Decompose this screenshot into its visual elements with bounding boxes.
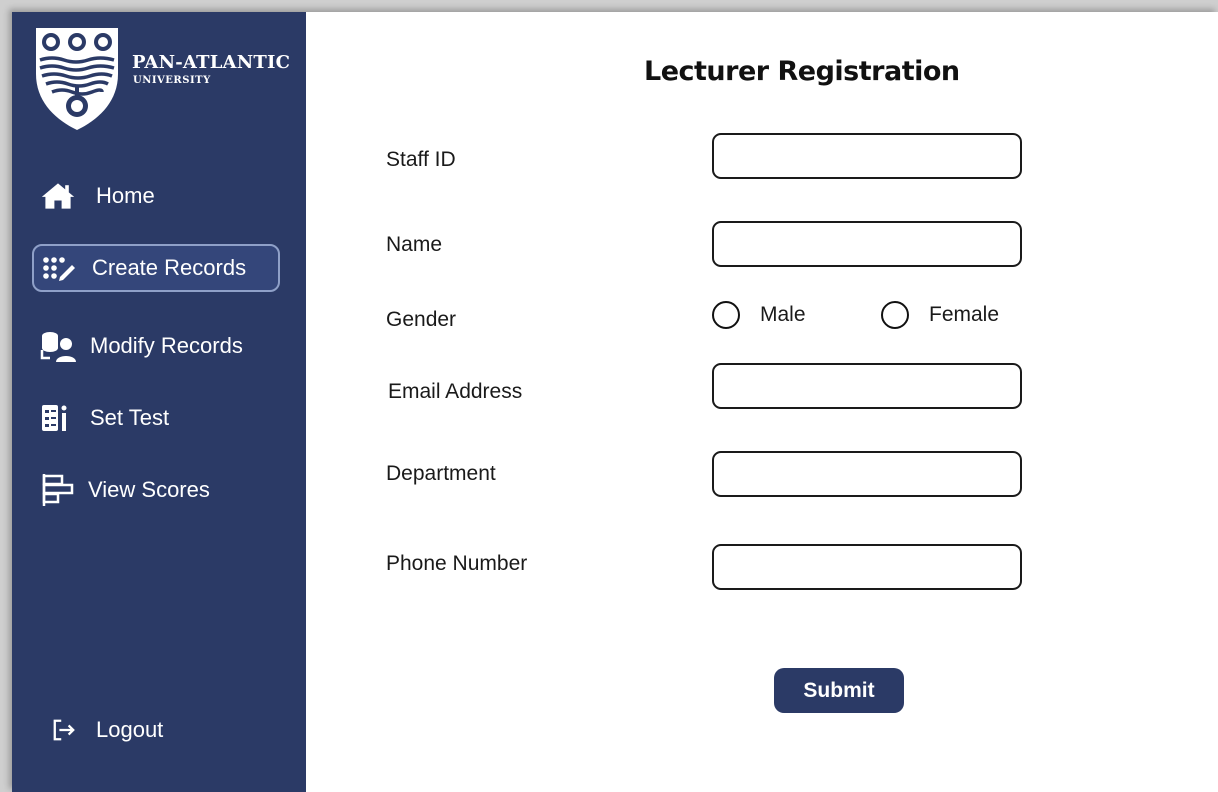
phone-input[interactable] (712, 544, 1022, 590)
logout-button[interactable]: Logout (32, 706, 280, 754)
sidebar: PAN-ATLANTIC UNIVERSITY Home Create Reco… (12, 12, 306, 792)
radio-circle[interactable] (712, 301, 740, 329)
modify-records-icon (32, 330, 76, 362)
view-scores-icon (32, 474, 76, 506)
set-test-icon (32, 402, 76, 434)
submit-button[interactable]: Submit (774, 668, 904, 713)
radio-label-male: Male (760, 303, 806, 326)
sidebar-item-view-scores[interactable]: View Scores (32, 466, 280, 514)
name-label: Name (386, 233, 443, 256)
department-input[interactable] (712, 451, 1022, 497)
sidebar-item-label: Modify Records (90, 333, 243, 358)
sidebar-item-create-records[interactable]: Create Records (32, 244, 280, 292)
email-input[interactable] (712, 363, 1022, 409)
page-title: Lecturer Registration (644, 56, 960, 87)
app-window: PAN-ATLANTIC UNIVERSITY Home Create Reco… (12, 12, 1218, 792)
email-label: Email Address (388, 380, 523, 403)
radio-label-female: Female (929, 303, 1000, 326)
create-records-icon (34, 252, 78, 284)
sidebar-item-label: View Scores (88, 477, 210, 502)
sidebar-item-label: Create Records (92, 255, 247, 280)
staff-id-label: Staff ID (386, 148, 456, 171)
radio-circle[interactable] (881, 301, 909, 329)
gender-radio-male[interactable]: Male (712, 298, 806, 332)
sidebar-item-home[interactable]: Home (32, 172, 280, 220)
staff-id-input[interactable] (712, 133, 1022, 179)
gender-label: Gender (386, 308, 457, 331)
sidebar-item-set-test[interactable]: Set Test (32, 394, 280, 442)
sidebar-item-label: Set Test (90, 405, 170, 430)
sidebar-item-modify-records[interactable]: Modify Records (32, 322, 280, 370)
logout-label: Logout (96, 717, 164, 742)
brand-subtitle: UNIVERSITY (133, 75, 211, 86)
phone-label: Phone Number (386, 552, 528, 575)
name-input[interactable] (712, 221, 1022, 267)
university-logo: PAN-ATLANTIC UNIVERSITY (32, 26, 292, 136)
logout-icon (32, 714, 76, 746)
department-label: Department (386, 462, 496, 485)
home-icon (32, 180, 76, 212)
crest-icon (36, 28, 118, 130)
gender-radio-female[interactable]: Female (881, 298, 999, 332)
sidebar-item-label: Home (96, 183, 155, 208)
brand-name: PAN-ATLANTIC (132, 52, 291, 73)
